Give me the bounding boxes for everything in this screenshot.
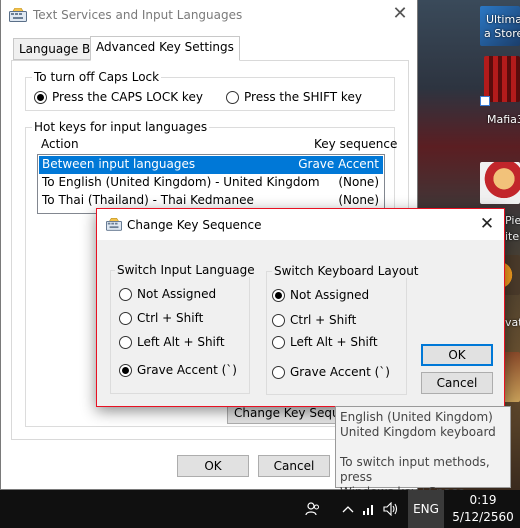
shortcut-arrow-icon xyxy=(480,96,490,106)
radio-label: Press the SHIFT key xyxy=(244,90,362,104)
close-icon: ✕ xyxy=(479,214,495,234)
radio-label: Grave Accent (`) xyxy=(290,365,390,379)
radio-indicator xyxy=(119,287,132,301)
shift-key-radio[interactable]: Press the SHIFT key xyxy=(226,90,362,104)
change-key-sequence-dialog: Change Key Sequence ✕ Switch Input Langu… xyxy=(96,208,505,407)
radio-label: Grave Accent (`) xyxy=(137,363,237,377)
input-grave-accent-radio[interactable]: Grave Accent (`) xyxy=(119,363,237,377)
caps-lock-group-label: To turn off Caps Lock xyxy=(32,70,162,84)
desktop-label: Ultimat xyxy=(486,13,520,26)
radio-label: Ctrl + Shift xyxy=(290,313,357,327)
tab-advanced-key-settings[interactable]: Advanced Key Settings xyxy=(90,36,240,61)
desktop-label: ite xyxy=(505,230,520,243)
action-cell: To Thai (Thailand) - Thai Kedmanee xyxy=(42,193,254,207)
key-sequence-cell: Grave Accent xyxy=(298,157,379,171)
hot-keys-group-label: Hot keys for input languages xyxy=(32,120,210,134)
title-bar[interactable]: Change Key Sequence ✕ xyxy=(97,209,504,240)
radio-indicator xyxy=(272,313,285,327)
layout-not-assigned-radio[interactable]: Not Assigned xyxy=(272,288,369,302)
one-piece-icon[interactable] xyxy=(480,162,520,204)
radio-indicator xyxy=(272,335,285,349)
tooltip-keyboard: United Kingdom keyboard xyxy=(340,425,496,439)
key-sequence-cell: (None) xyxy=(338,193,379,207)
desktop-label: vat xyxy=(505,316,520,329)
people-icon xyxy=(305,502,319,516)
chevron-up-icon xyxy=(342,506,354,513)
layout-grave-accent-radio[interactable]: Grave Accent (`) xyxy=(272,365,390,379)
radio-indicator xyxy=(34,90,47,104)
list-item[interactable]: To English (United Kingdom) - United Kin… xyxy=(39,174,383,192)
network-button[interactable] xyxy=(360,490,378,528)
taskbar: ENG 0:19 5/12/2560 xyxy=(0,490,520,528)
input-ctrl-shift-radio[interactable]: Ctrl + Shift xyxy=(119,311,203,325)
close-button[interactable]: ✕ xyxy=(477,214,497,234)
action-cell: Between input languages xyxy=(42,157,196,171)
hot-keys-list[interactable]: Between input languages Grave Accent To … xyxy=(37,154,385,214)
cancel-button[interactable]: Cancel xyxy=(421,372,493,394)
ultimate-store-icon[interactable] xyxy=(480,6,520,46)
column-header-key-sequence: Key sequence xyxy=(314,137,398,151)
radio-indicator xyxy=(119,363,132,377)
radio-label: Press the CAPS LOCK key xyxy=(52,90,203,104)
keyboard-icon xyxy=(9,8,27,22)
network-icon xyxy=(363,505,373,515)
cancel-button[interactable]: Cancel xyxy=(258,455,330,477)
switch-keyboard-layout-label: Switch Keyboard Layout xyxy=(272,264,421,278)
column-header-action: Action xyxy=(41,137,79,151)
clock-time: 0:19 xyxy=(469,493,497,507)
radio-indicator xyxy=(272,288,285,302)
show-hidden-icons-button[interactable] xyxy=(338,490,358,528)
close-icon: ✕ xyxy=(392,3,408,24)
key-sequence-cell: (None) xyxy=(338,175,379,189)
list-item[interactable]: Between input languages Grave Accent xyxy=(39,156,383,174)
radio-label: Not Assigned xyxy=(290,288,370,302)
volume-button[interactable] xyxy=(381,490,401,528)
radio-indicator xyxy=(119,335,132,349)
close-button[interactable]: ✕ xyxy=(389,4,411,26)
tooltip-language: English (United Kingdom) xyxy=(340,410,493,424)
layout-left-alt-shift-radio[interactable]: Left Alt + Shift xyxy=(272,335,378,349)
input-not-assigned-radio[interactable]: Not Assigned xyxy=(119,287,216,301)
people-button[interactable] xyxy=(300,490,326,528)
input-language-button[interactable]: ENG xyxy=(408,490,444,528)
radio-label: Not Assigned xyxy=(137,287,217,301)
radio-label: Left Alt + Shift xyxy=(137,335,225,349)
title-bar[interactable]: Text Services and Input Languages ✕ xyxy=(1,0,417,31)
clock-date: 5/12/2560 xyxy=(452,510,514,524)
radio-indicator xyxy=(272,365,285,379)
ok-button[interactable]: OK xyxy=(177,455,249,477)
ok-button[interactable]: OK xyxy=(421,344,493,366)
radio-label: Ctrl + Shift xyxy=(137,311,204,325)
desktop-label: a Store xyxy=(484,27,520,40)
window-title: Text Services and Input Languages xyxy=(33,8,243,22)
switch-input-language-label: Switch Input Language xyxy=(115,263,257,277)
language-tooltip: English (United Kingdom) United Kingdom … xyxy=(335,406,511,499)
clock[interactable]: 0:19 5/12/2560 xyxy=(448,492,518,526)
desktop-label: Piec xyxy=(505,214,520,227)
action-cell: To English (United Kingdom) - United Kin… xyxy=(42,175,320,189)
desktop-label: Mafia3 xyxy=(487,113,520,126)
tooltip-hint: To switch input methods, press xyxy=(340,455,490,484)
dialog-title: Change Key Sequence xyxy=(127,218,262,232)
caps-lock-key-radio[interactable]: Press the CAPS LOCK key xyxy=(34,90,203,104)
layout-ctrl-shift-radio[interactable]: Ctrl + Shift xyxy=(272,313,356,327)
radio-indicator xyxy=(226,90,239,104)
input-left-alt-shift-radio[interactable]: Left Alt + Shift xyxy=(119,335,225,349)
radio-label: Left Alt + Shift xyxy=(290,335,378,349)
radio-indicator xyxy=(119,311,132,325)
volume-icon xyxy=(383,502,398,516)
keyboard-icon xyxy=(106,218,122,231)
